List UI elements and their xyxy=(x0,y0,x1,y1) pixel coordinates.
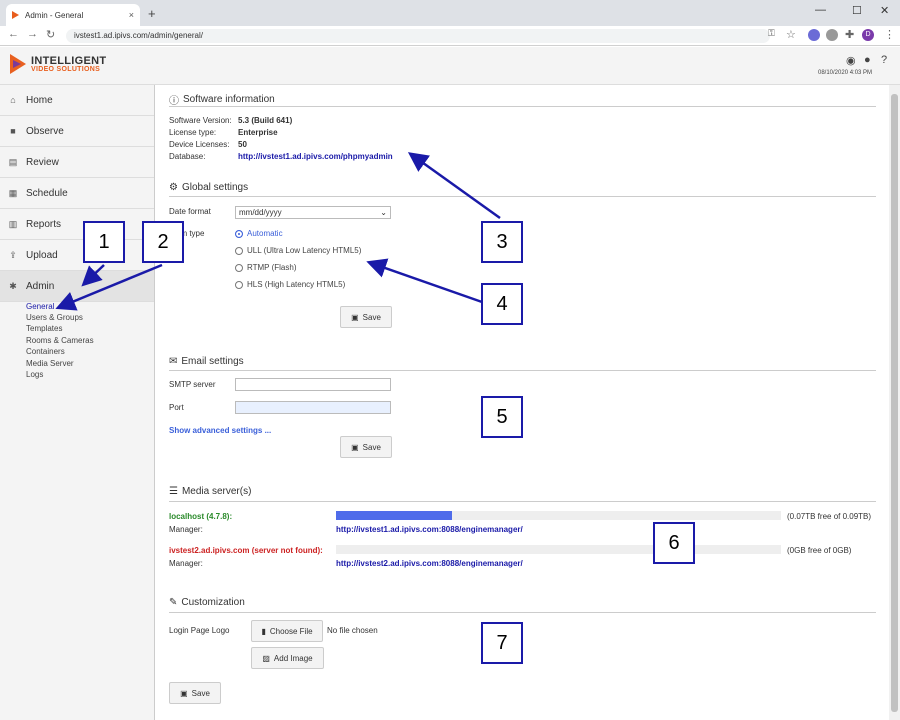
callout-1: 1 xyxy=(83,221,125,263)
callout-2: 2 xyxy=(142,221,184,263)
annotation-arrows xyxy=(55,152,501,311)
callout-3: 3 xyxy=(481,221,523,263)
callout-6: 6 xyxy=(653,522,695,564)
callout-5: 5 xyxy=(481,396,523,438)
callout-4: 4 xyxy=(481,283,523,325)
arrow-4 xyxy=(366,258,483,304)
arrow-2 xyxy=(55,263,163,311)
callout-7: 7 xyxy=(481,622,523,664)
arrow-3 xyxy=(407,152,501,220)
arrow-1 xyxy=(81,264,105,287)
